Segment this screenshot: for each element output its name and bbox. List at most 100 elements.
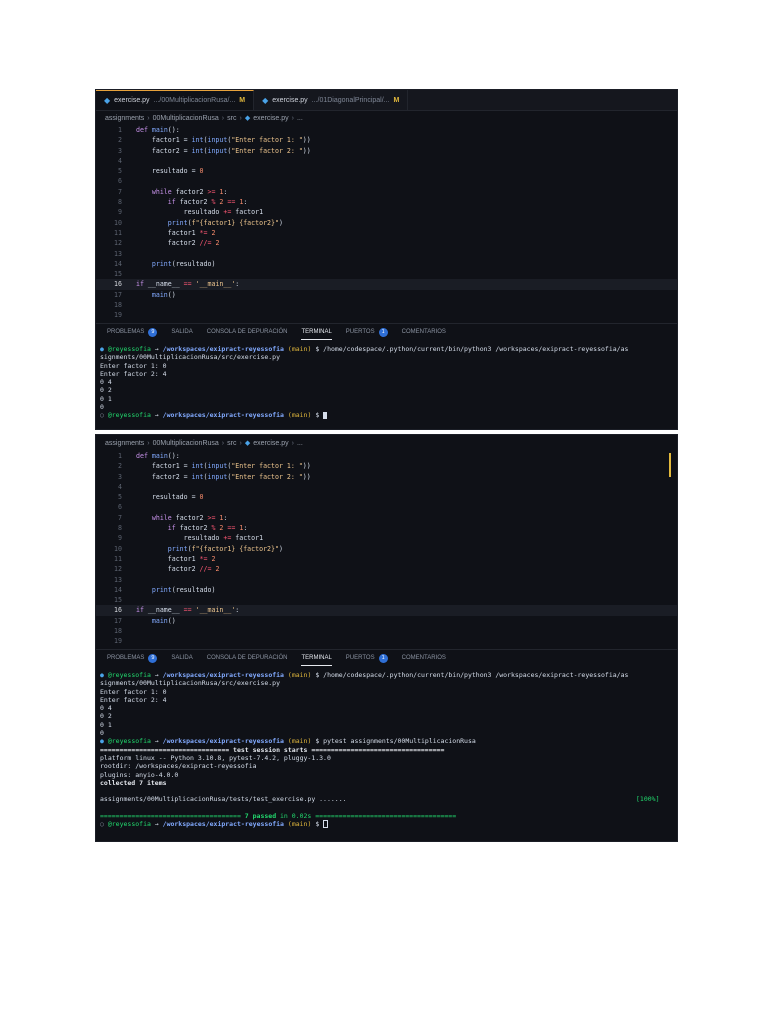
code-line[interactable]: 10 print(f"{factor1} {factor2}"): [96, 544, 677, 554]
panel-tab-consola-de-depuraci-n[interactable]: CONSOLA DE DEPURACIÓN: [207, 324, 288, 340]
panel-tab-terminal[interactable]: TERMINAL: [301, 324, 332, 340]
terminal-output: Enter factor 2: 4: [100, 695, 167, 704]
line-number: 9: [118, 534, 122, 543]
code-line[interactable]: 4: [96, 482, 677, 492]
panel-tab-salida[interactable]: SALIDA: [171, 650, 192, 666]
code-line[interactable]: 2 factor1 = int(input("Enter factor 1: "…: [96, 135, 677, 145]
code-line[interactable]: 13: [96, 249, 677, 259]
tab-exercise-00[interactable]: ◆ exercise.py .../00MultiplicacionRusa/.…: [96, 90, 255, 110]
code-line[interactable]: 7 while factor2 >= 1:: [96, 187, 677, 197]
prompt-arrow: →: [154, 345, 159, 353]
breadcrumb-item[interactable]: 00MultiplicacionRusa: [153, 115, 219, 122]
breadcrumb: assignments › 00MultiplicacionRusa › src…: [96, 111, 677, 125]
breadcrumb-item[interactable]: src: [227, 115, 236, 122]
breadcrumb-item[interactable]: exercise.py: [253, 440, 288, 447]
chevron-right-icon: ›: [239, 114, 242, 122]
code-line[interactable]: 6: [96, 176, 677, 186]
prompt-arrow: →: [154, 671, 159, 679]
code-line[interactable]: 19: [96, 310, 677, 320]
code-line[interactable]: 3 factor2 = int(input("Enter factor 2: "…: [96, 472, 677, 482]
python-file-icon: ◆: [244, 440, 251, 447]
terminal-line: signments/00MultiplicacionRusa/src/exerc…: [100, 679, 281, 688]
breadcrumb-item[interactable]: exercise.py: [253, 115, 288, 122]
panel-tab-comentarios[interactable]: COMENTARIOS: [402, 324, 446, 340]
panel-tab-terminal[interactable]: TERMINAL: [301, 650, 332, 666]
code-line[interactable]: 14 print(resultado): [96, 585, 677, 595]
line-number: 17: [114, 290, 122, 299]
code-line[interactable]: 5 resultado = 0: [96, 166, 677, 176]
code-line[interactable]: 7 while factor2 >= 1:: [96, 513, 677, 523]
code-line[interactable]: 15: [96, 269, 677, 279]
panel-tab-comentarios[interactable]: COMENTARIOS: [402, 650, 446, 666]
code-line[interactable]: 8 if factor2 % 2 == 1:: [96, 523, 677, 533]
count-badge: 1: [378, 327, 388, 337]
panel-tab-label: SALIDA: [171, 655, 193, 661]
breadcrumb-item[interactable]: assignments: [105, 115, 144, 122]
pytest-summary: ==================================== 7 p…: [100, 812, 677, 820]
breadcrumb-item[interactable]: ...: [297, 440, 303, 447]
code-line[interactable]: 18: [96, 626, 677, 636]
code-line[interactable]: 13: [96, 575, 677, 585]
terminal-blank: [100, 787, 677, 795]
code-line[interactable]: 6: [96, 502, 677, 512]
breadcrumb-item[interactable]: assignments: [105, 440, 144, 447]
prompt-arrow: →: [154, 820, 159, 829]
prompt-branch: (main): [287, 820, 312, 829]
code-line[interactable]: 17 main(): [96, 290, 677, 300]
line-number: 2: [118, 462, 122, 471]
pytest-rootdir: rootdir: /workspaces/exipract-reyessofia: [100, 762, 257, 771]
line-number: 4: [118, 156, 122, 165]
code-line[interactable]: 12 factor2 //= 2: [96, 564, 677, 574]
code-line[interactable]: 9 resultado += factor1: [96, 207, 677, 217]
code-line[interactable]: 3 factor2 = int(input("Enter factor 2: "…: [96, 146, 677, 156]
line-number: 18: [114, 301, 122, 310]
code-line[interactable]: 9 resultado += factor1: [96, 533, 677, 543]
breadcrumb-item[interactable]: 00MultiplicacionRusa: [153, 440, 219, 447]
code-text: factor1 = int(input("Enter factor 1: ")): [136, 462, 311, 471]
code-line[interactable]: 19: [96, 636, 677, 646]
code-line[interactable]: 16 if __name__ == '__main__':: [96, 605, 677, 616]
panel-tab-problemas[interactable]: PROBLEMAS 9: [107, 650, 158, 666]
code-line[interactable]: 11 factor1 *= 2: [96, 554, 677, 564]
line-number: 2: [118, 136, 122, 145]
code-line[interactable]: 11 factor1 *= 2: [96, 228, 677, 238]
panel-tab-label: PUERTOS: [345, 655, 375, 661]
code-text: def main():: [136, 126, 180, 134]
code-line[interactable]: 14 print(resultado): [96, 259, 677, 269]
line-number: 4: [118, 482, 122, 491]
code-line[interactable]: 1 def main():: [96, 125, 677, 135]
panel-tab-problemas[interactable]: PROBLEMAS 9: [107, 324, 158, 340]
code-text: if __name__ == '__main__':: [136, 606, 240, 615]
code-text: def main():: [136, 452, 180, 460]
code-text: print(resultado): [151, 259, 216, 268]
code-line[interactable]: 5 resultado = 0: [96, 492, 677, 502]
code-line[interactable]: 15: [96, 595, 677, 605]
panel-tab-consola-de-depuraci-n[interactable]: CONSOLA DE DEPURACIÓN: [207, 650, 288, 666]
code-line[interactable]: 8 if factor2 % 2 == 1:: [96, 197, 677, 207]
panel-tab-label: PROBLEMAS: [107, 655, 145, 661]
code-line[interactable]: 16 if __name__ == '__main__':: [96, 279, 677, 290]
code-line[interactable]: 12 factor2 //= 2: [96, 238, 677, 248]
breadcrumb-item[interactable]: src: [227, 440, 236, 447]
code-line[interactable]: 2 factor1 = int(input("Enter factor 1: "…: [96, 461, 677, 471]
panel-tab-puertos[interactable]: PUERTOS 1: [346, 324, 388, 340]
terminal[interactable]: ● @reyessofia → /workspaces/exipract-rey…: [96, 666, 677, 829]
code-line[interactable]: 1 def main():: [96, 451, 677, 461]
code-line[interactable]: 18: [96, 300, 677, 310]
terminal-cursor: [323, 820, 329, 829]
code-editor[interactable]: 1 def main(): 2 factor1 = int(input("Enter…: [96, 451, 677, 649]
panel-tab-salida[interactable]: SALIDA: [171, 324, 192, 340]
breadcrumb-item[interactable]: ...: [297, 115, 303, 122]
python-file-icon: ◆: [104, 96, 111, 105]
terminal-command: pytest assignments/00MultiplicacionRusa: [323, 737, 476, 746]
panel-tab-label: SALIDA: [171, 329, 193, 335]
panel-tab-bar: PROBLEMAS 9 SALIDA CONSOLA DE DEPURACIÓN TER…: [96, 649, 677, 666]
tab-exercise-01[interactable]: ◆ exercise.py .../01DiagonalPrincipal/..…: [254, 90, 409, 110]
terminal[interactable]: ● @reyessofia → /workspaces/exipract-rey…: [96, 340, 677, 420]
code-line[interactable]: 17 main(): [96, 616, 677, 626]
code-line[interactable]: 4: [96, 156, 677, 166]
code-text: factor2 //= 2: [136, 239, 220, 248]
panel-tab-puertos[interactable]: PUERTOS 1: [346, 650, 388, 666]
code-editor[interactable]: 1 def main(): 2 factor1 = int(input("Enter…: [96, 125, 677, 323]
code-line[interactable]: 10 print(f"{factor1} {factor2}"): [96, 218, 677, 228]
